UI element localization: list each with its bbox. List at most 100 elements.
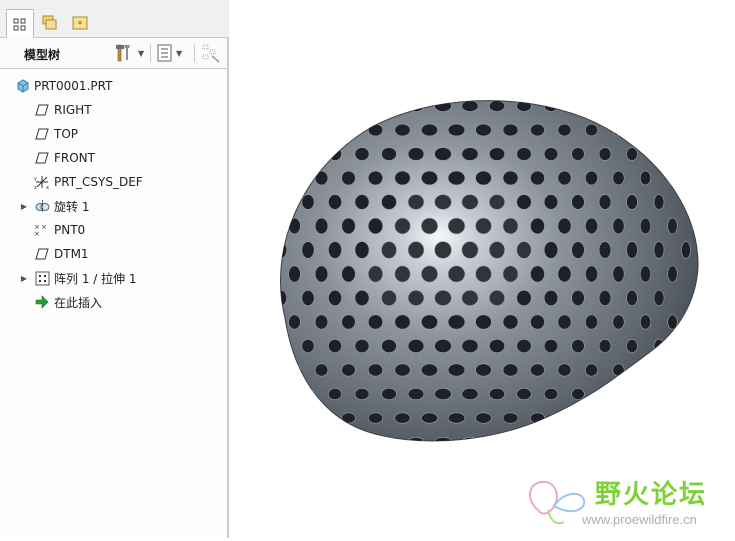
perforation-hole [434,194,452,210]
tree-filter-button[interactable] [201,42,221,64]
perforation-hole [488,387,506,401]
perforation-hole [328,387,342,401]
navigator-panel: * 模型树 ▼ ▼ PRT0001.PRT RIGHT TOP FRONT y … [0,0,229,538]
tree-item-part[interactable]: PRT0001.PRT [0,76,227,96]
perforation-hole [301,339,315,353]
perforation-hole [314,217,329,235]
perforation-hole [434,241,452,259]
perforation-hole [475,217,492,235]
tree-item-point[interactable]: × × × PNT0 [0,220,227,240]
perforation-hole [653,290,665,306]
perforation-hole [381,194,397,210]
tree-show-button[interactable]: ▼ [157,42,182,64]
perforation-hole [461,100,479,112]
tree-item-label: TOP [54,127,79,141]
perforation-hole [667,217,678,235]
perforation-hole [585,123,598,137]
perforation-hole [488,241,506,259]
perforation-hole [354,194,370,210]
tree-item-top[interactable]: TOP [0,124,227,144]
perforation-hole [530,77,544,87]
perforation-hole [262,171,273,185]
perforation-hole [407,194,425,210]
perforation-hole [530,170,545,186]
perforation-hole [341,170,356,186]
tab-model-tree[interactable] [6,9,34,39]
perforation-hole [461,290,479,306]
toolbar-separator [150,44,151,62]
perforation-hole [434,436,452,441]
tree-item-label: RIGHT [54,103,92,117]
perforation-hole [367,217,384,235]
perforation-hole [488,436,506,441]
perforation-hole [394,123,411,137]
perforation-hole [407,290,425,306]
perforation-hole [367,412,384,424]
tree-item-right[interactable]: RIGHT [0,100,227,120]
chevron-down-icon: ▼ [138,48,145,58]
pattern-icon [34,270,50,286]
perforation-hole [434,290,452,306]
perforation-hole [421,265,438,283]
perforation-hole [571,339,585,353]
model-tree-toolbar: 模型树 ▼ ▼ [0,38,227,69]
perforation-hole [328,290,342,306]
perforation-hole [557,314,572,330]
perforation-hole [475,363,492,377]
perforation-hole [447,217,466,235]
perforation-hole [598,241,612,259]
perforation-hole [407,436,425,441]
list-icon [157,44,172,62]
expand-arrow-icon[interactable]: ▶ [19,274,29,283]
csys-icon: y x z [34,174,50,190]
tab-folder-browser[interactable] [36,9,64,37]
datum-plane-icon [34,246,50,262]
perforation-hole [262,266,273,282]
perforation-hole [475,412,492,424]
filter-icon [202,44,220,63]
perforation-hole [262,315,273,329]
perforation-hole [367,363,384,377]
perforation-hole [653,339,665,353]
tab-favorites[interactable]: * [66,9,94,37]
graphics-window[interactable] [229,0,735,538]
perforation-hole [639,363,652,377]
svg-text:y: y [34,176,37,182]
perforation-hole [328,147,342,161]
expand-arrow-icon[interactable]: ▶ [19,202,29,211]
model-tree-title: 模型树 [24,48,61,62]
tree-item-revolve[interactable]: ▶ 旋转 1 [0,196,227,216]
perforation-hole [488,194,506,210]
tree-settings-button[interactable]: ▼ [115,42,144,64]
perforation-hole [571,241,585,259]
tree-item-insert-here[interactable]: 在此插入 [0,292,227,312]
perforation-hole [502,123,519,137]
perforation-hole [653,194,665,210]
perforation-hole [598,387,612,401]
perforation-hole [530,217,545,235]
perforation-hole [557,170,572,186]
tree-item-label: DTM1 [54,247,89,261]
perforation-hole [530,363,545,377]
tree-item-pattern[interactable]: ▶ 阵列 1 / 拉伸 1 [0,268,227,288]
perforation-hole [434,387,452,401]
perforation-hole [639,314,652,330]
perforation-hole [381,387,397,401]
perforation-hole [626,290,638,306]
perforation-hole [421,314,438,330]
perforation-hole [543,290,559,306]
perforation-hole [447,170,466,186]
tree-item-csys[interactable]: y x z PRT_CSYS_DEF [0,172,227,192]
perforation-hole [598,100,612,112]
perforation-hole [367,170,384,186]
navigator-tab-strip: * [0,0,229,39]
perforation-hole [342,77,356,87]
perforation-hole [434,339,452,353]
dome-model[interactable] [229,0,735,538]
watermark-url: www.proewildfire.cn [582,512,697,527]
perforation-hole [249,195,259,210]
tree-item-front[interactable]: FRONT [0,148,227,168]
perforation-hole [394,314,411,330]
tree-item-dtm1[interactable]: DTM1 [0,244,227,264]
perforation-hole [235,315,245,329]
